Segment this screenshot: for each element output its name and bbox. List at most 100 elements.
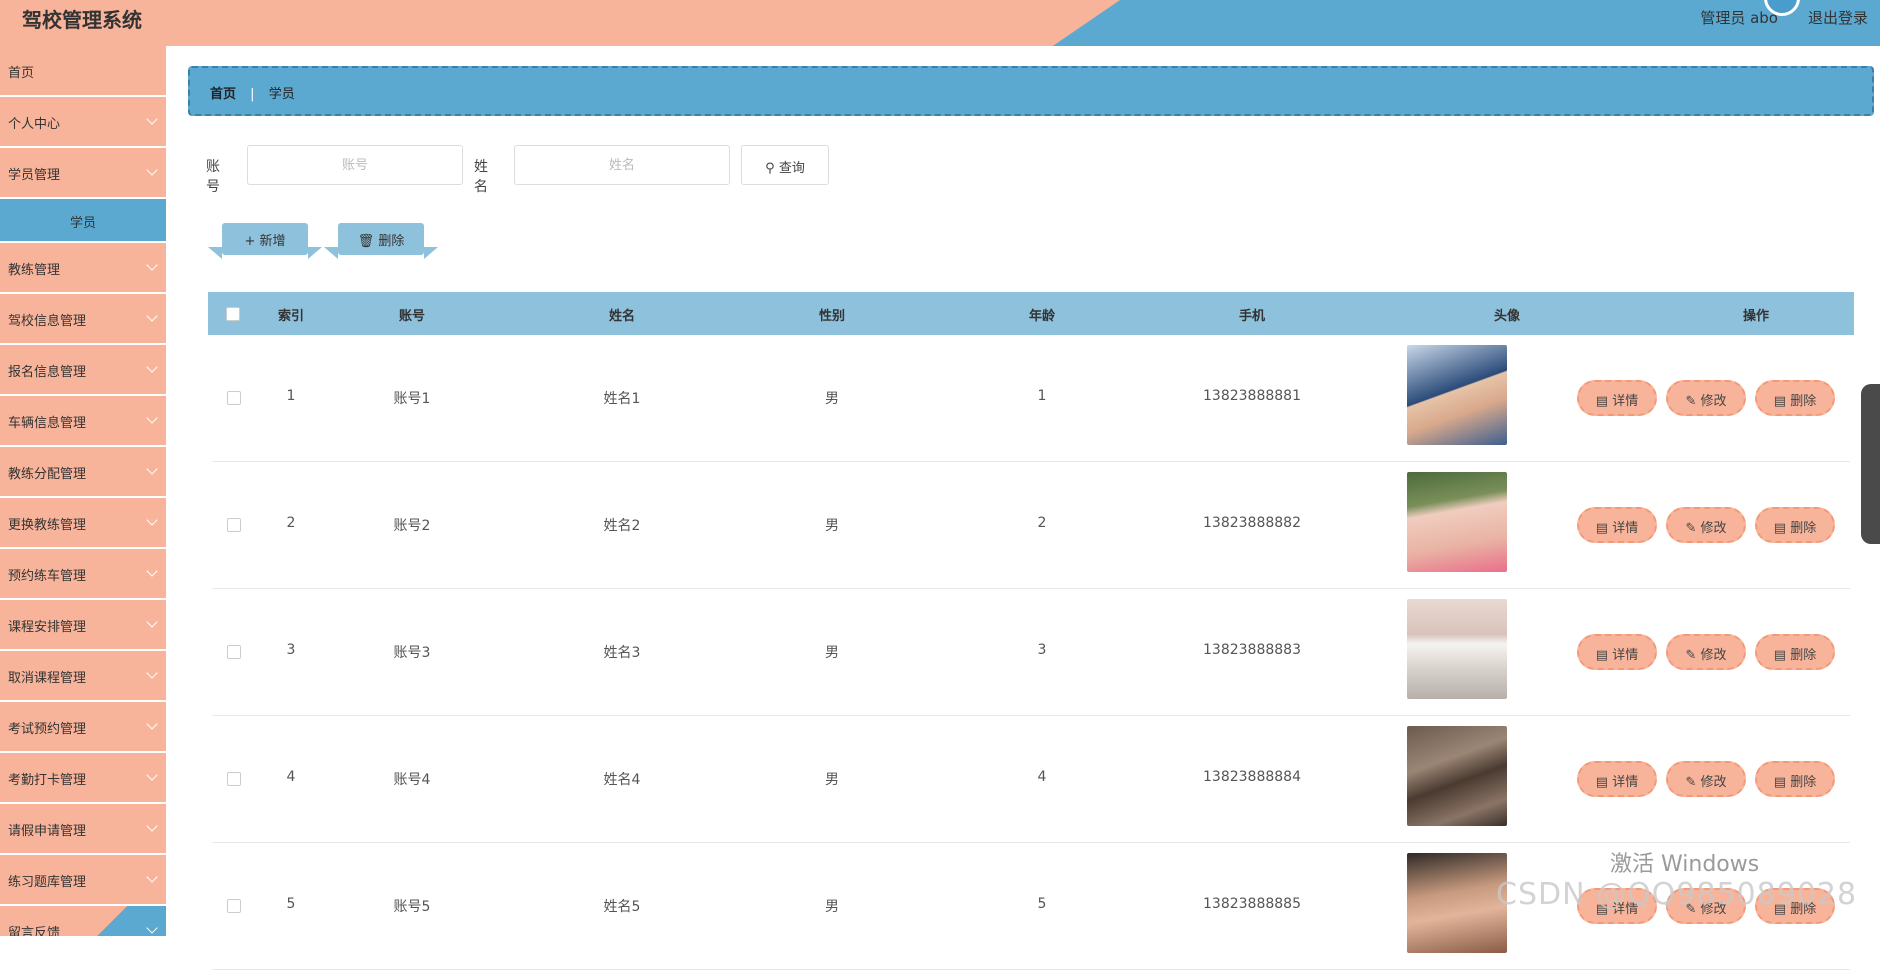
edit-button-label: 修改 <box>1700 648 1727 663</box>
document-icon: ▤ <box>1595 775 1609 790</box>
sidebar-item-question-bank[interactable]: 练习题库管理 <box>0 855 166 904</box>
delete-button[interactable]: ▤ 删除 <box>1755 761 1835 797</box>
sidebar-item-vehicle[interactable]: 车辆信息管理 <box>0 396 166 445</box>
sidebar-item-feedback[interactable]: 留言反馈 <box>0 906 166 936</box>
delete-button-label: 删除 <box>1790 521 1817 536</box>
edit-button[interactable]: ✎ 修改 <box>1666 761 1746 797</box>
row-checkbox[interactable] <box>227 518 241 532</box>
trash-icon: ▤ <box>1773 394 1787 409</box>
detail-button[interactable]: ▤ 详情 <box>1577 761 1657 797</box>
delete-button[interactable]: ▤ 删除 <box>1755 634 1835 670</box>
sidebar-item-school-info[interactable]: 驾校信息管理 <box>0 294 166 343</box>
edit-button[interactable]: ✎ 修改 <box>1666 380 1746 416</box>
sidebar-item-label: 驾校信息管理 <box>8 314 87 329</box>
cell-gender: 男 <box>825 772 839 788</box>
batch-delete-button[interactable]: 🗑︎ 删除 <box>338 223 424 255</box>
csdn-watermark: CSDN @QQ985089028 <box>1496 877 1858 912</box>
row-checkbox[interactable] <box>227 391 241 405</box>
delete-button[interactable]: ▤ 删除 <box>1755 507 1835 543</box>
select-all-checkbox[interactable] <box>226 307 240 321</box>
account-search-input[interactable] <box>247 145 463 185</box>
name-label: 姓名 <box>474 159 488 195</box>
delete-button-label: 删除 <box>1790 394 1817 409</box>
cell-index: 5 <box>286 896 296 912</box>
name-search-input[interactable] <box>514 145 730 185</box>
chevron-down-icon <box>146 565 158 577</box>
query-button[interactable]: ⚲ 查询 <box>741 145 829 185</box>
cell-age: 5 <box>1037 896 1047 912</box>
sidebar-item-label: 教练分配管理 <box>8 467 87 482</box>
sidebar-item-personal-center[interactable]: 个人中心 <box>0 97 166 146</box>
search-icon: ⚲ <box>765 161 775 176</box>
chevron-down-icon <box>146 463 158 475</box>
logout-link[interactable]: 退出登录 <box>1808 7 1868 28</box>
sidebar-item-label: 练习题库管理 <box>8 875 87 890</box>
sidebar-item-enrollment[interactable]: 报名信息管理 <box>0 345 166 394</box>
row-checkbox[interactable] <box>227 772 241 786</box>
row-checkbox[interactable] <box>227 899 241 913</box>
sidebar-item-label: 考试预约管理 <box>8 722 87 737</box>
cell-account: 账号4 <box>393 772 431 788</box>
delete-button-label: 删除 <box>1790 775 1817 790</box>
sidebar-item-exam-booking[interactable]: 考试预约管理 <box>0 702 166 751</box>
sidebar-item-label: 教练管理 <box>8 263 61 278</box>
pencil-icon: ✎ <box>1685 648 1697 663</box>
sidebar-item-practice-booking[interactable]: 预约练车管理 <box>0 549 166 598</box>
sidebar-item-course-cancel[interactable]: 取消课程管理 <box>0 651 166 700</box>
sidebar-item-home[interactable]: 首页 <box>0 46 166 95</box>
column-header-phone: 手机 <box>1238 309 1265 324</box>
trash-icon: ▤ <box>1773 775 1787 790</box>
sidebar-subitem-student[interactable]: 学员 <box>0 199 166 241</box>
sidebar-item-student-management[interactable]: 学员管理 <box>0 148 166 197</box>
chevron-down-icon <box>146 310 158 322</box>
sidebar-item-coach-assignment[interactable]: 教练分配管理 <box>0 447 166 496</box>
cell-index: 1 <box>286 388 296 404</box>
floating-side-toolbar[interactable] <box>1861 384 1880 544</box>
cell-account: 账号5 <box>393 899 431 915</box>
column-header-actions: 操作 <box>1742 309 1769 324</box>
delete-button-label: 删除 <box>1790 648 1817 663</box>
table-row: 4 账号4 姓名4 男 4 13823888884 ▤ 详情 ✎ 修改 ▤ 删除 <box>212 716 1850 843</box>
table-row: 2 账号2 姓名2 男 2 13823888882 ▤ 详情 ✎ 修改 ▤ 删除 <box>212 462 1850 589</box>
chevron-down-icon <box>146 514 158 526</box>
sidebar-item-leave-request[interactable]: 请假申请管理 <box>0 804 166 853</box>
cell-gender: 男 <box>825 518 839 534</box>
chevron-down-icon <box>146 667 158 679</box>
sidebar-item-course-schedule[interactable]: 课程安排管理 <box>0 600 166 649</box>
sidebar-item-attendance[interactable]: 考勤打卡管理 <box>0 753 166 802</box>
avatar-image <box>1407 472 1507 572</box>
delete-button[interactable]: ▤ 删除 <box>1755 380 1835 416</box>
detail-button-label: 详情 <box>1612 775 1639 790</box>
cell-phone: 13823888882 <box>1203 515 1301 531</box>
cell-age: 1 <box>1037 388 1047 404</box>
cell-name: 姓名4 <box>603 772 641 788</box>
add-button[interactable]: + 新增 <box>222 223 308 255</box>
avatar-image <box>1407 726 1507 826</box>
breadcrumb-home[interactable]: 首页 <box>210 87 236 102</box>
cell-age: 4 <box>1037 769 1047 785</box>
cell-phone: 13823888881 <box>1203 388 1301 404</box>
sidebar: 首页 个人中心 学员管理 学员 教练管理 驾校信息管理 报名信息管理 车辆信息管… <box>0 46 166 936</box>
cell-account: 账号1 <box>393 391 431 407</box>
breadcrumb: 首页 | 学员 <box>188 66 1874 116</box>
header-peach-band <box>0 0 1120 46</box>
detail-button[interactable]: ▤ 详情 <box>1577 634 1657 670</box>
column-header-index: 索引 <box>277 309 304 324</box>
row-checkbox[interactable] <box>227 645 241 659</box>
chevron-down-icon <box>146 616 158 628</box>
column-header-age: 年龄 <box>1028 309 1055 324</box>
pencil-icon: ✎ <box>1685 521 1697 536</box>
sidebar-item-coach-management[interactable]: 教练管理 <box>0 243 166 292</box>
cell-name: 姓名5 <box>603 899 641 915</box>
chevron-down-icon <box>146 769 158 781</box>
cell-phone: 13823888884 <box>1203 769 1301 785</box>
edit-button[interactable]: ✎ 修改 <box>1666 634 1746 670</box>
cell-phone: 13823888883 <box>1203 642 1301 658</box>
edit-button[interactable]: ✎ 修改 <box>1666 507 1746 543</box>
detail-button[interactable]: ▤ 详情 <box>1577 380 1657 416</box>
student-table: 索引 账号 姓名 性别 年龄 手机 头像 操作 1 账号1 姓名1 男 1 13… <box>208 292 1854 970</box>
sidebar-item-coach-change[interactable]: 更换教练管理 <box>0 498 166 547</box>
detail-button[interactable]: ▤ 详情 <box>1577 507 1657 543</box>
sidebar-item-label: 预约练车管理 <box>8 569 87 584</box>
sidebar-item-label: 学员管理 <box>8 168 61 183</box>
